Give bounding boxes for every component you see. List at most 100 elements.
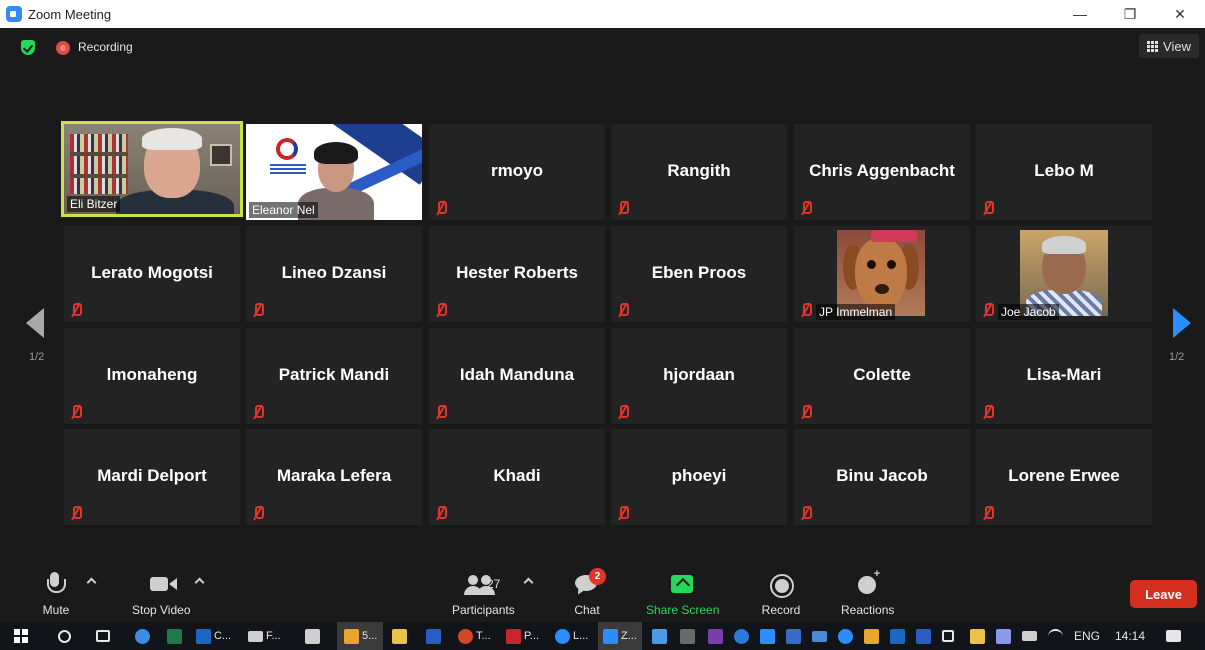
stop-video-button[interactable]: Stop Video xyxy=(132,565,191,620)
taskbar-app-6[interactable] xyxy=(838,628,853,644)
clock[interactable]: 14:14 xyxy=(1115,629,1145,643)
participant-tile[interactable]: Lebo M xyxy=(976,124,1152,220)
taskbar-word-2[interactable] xyxy=(916,628,931,644)
taskbar-browser[interactable]: L... xyxy=(555,628,588,644)
participant-tile[interactable]: Rangith xyxy=(611,124,787,220)
mail-icon xyxy=(812,630,827,642)
participants-button[interactable]: Participants xyxy=(450,565,515,620)
participant-tile[interactable]: Chris Aggenbacht xyxy=(794,124,970,220)
participant-tile[interactable]: Lerato Mogotsi xyxy=(64,226,240,322)
video-options-chevron-up-icon[interactable] xyxy=(194,577,205,588)
taskbar-pdf[interactable]: P... xyxy=(506,628,539,644)
app-icon xyxy=(786,628,801,644)
participant-name: Mardi Delport xyxy=(97,466,207,485)
stop-video-label: Stop Video xyxy=(132,603,191,617)
taskbar-app-4[interactable] xyxy=(760,628,775,644)
taskbar-mail-2[interactable] xyxy=(812,628,827,644)
taskbar-app-2[interactable] xyxy=(680,628,695,644)
reactions-button[interactable]: Reactions xyxy=(841,565,894,620)
muted-microphone-icon xyxy=(617,506,629,520)
zoom-app-icon xyxy=(6,6,22,22)
taskbar-zoom[interactable]: Z... xyxy=(603,628,637,644)
record-label: Record xyxy=(761,603,801,617)
taskbar-app-1[interactable] xyxy=(652,628,667,644)
restore-button[interactable]: ❐ xyxy=(1105,0,1155,28)
taskbar-notifications-label: 5... xyxy=(362,630,378,642)
window-title: Zoom Meeting xyxy=(28,6,112,22)
participant-tile[interactable]: Lisa-Mari xyxy=(976,328,1152,424)
minimize-button[interactable]: — xyxy=(1055,0,1105,28)
share-screen-button[interactable]: Share Screen xyxy=(646,565,719,620)
mute-button[interactable]: Mute xyxy=(36,565,76,620)
task-view-button[interactable] xyxy=(96,628,110,644)
window-titlebar: Zoom Meeting — ❐ ✕ xyxy=(0,0,1205,28)
participant-tile[interactable]: lmonaheng xyxy=(64,328,240,424)
participant-tile[interactable]: phoeyi xyxy=(611,429,787,525)
taskbar-security[interactable] xyxy=(970,628,985,644)
previous-page-arrow-icon[interactable] xyxy=(26,308,44,338)
recording-label: Recording xyxy=(78,40,133,54)
word-icon xyxy=(916,628,931,644)
taskbar-notifications[interactable]: 5... xyxy=(344,628,377,644)
windows-start-button[interactable] xyxy=(14,628,28,644)
participant-tile[interactable]: rmoyo xyxy=(429,124,605,220)
participant-tile[interactable]: Eli Bitzer xyxy=(61,121,243,217)
participant-tile[interactable]: Colette xyxy=(794,328,970,424)
participant-tile[interactable]: Hester Roberts xyxy=(429,226,605,322)
participant-tile[interactable]: Patrick Mandi xyxy=(246,328,422,424)
participant-tile[interactable]: Joe Jacob xyxy=(976,226,1152,322)
taskbar-mail[interactable]: F... xyxy=(248,628,281,644)
taskbar-excel[interactable] xyxy=(167,628,182,644)
participant-tile[interactable]: Eleanor Nel xyxy=(246,124,422,220)
record-icon xyxy=(761,569,801,599)
participant-name: rmoyo xyxy=(491,161,543,180)
participant-tile[interactable]: Binu Jacob xyxy=(794,429,970,525)
app-icon xyxy=(734,628,749,644)
participant-tile[interactable]: Mardi Delport xyxy=(64,429,240,525)
taskbar-app-5[interactable] xyxy=(786,628,801,644)
participant-tile[interactable]: Lorene Erwee xyxy=(976,429,1152,525)
taskbar-volume[interactable] xyxy=(942,628,954,644)
record-button[interactable]: Record xyxy=(761,565,801,620)
participant-name: hjordaan xyxy=(663,365,735,384)
pdf-icon xyxy=(506,628,521,644)
taskbar-battery[interactable] xyxy=(1022,628,1037,644)
language-indicator[interactable]: ENG xyxy=(1074,629,1100,643)
next-page-arrow-icon[interactable] xyxy=(1173,308,1191,338)
taskbar-app-3[interactable] xyxy=(734,628,749,644)
page-indicator-right: 1/2 xyxy=(1169,351,1185,363)
taskbar-wifi[interactable] xyxy=(1048,628,1063,644)
action-center-button[interactable] xyxy=(1166,628,1181,644)
taskbar-calculator[interactable] xyxy=(305,628,320,644)
shield-icon[interactable] xyxy=(21,40,35,55)
taskbar-app-7[interactable] xyxy=(864,628,879,644)
participant-tile[interactable]: Eben Proos xyxy=(611,226,787,322)
taskbar-app-9[interactable] xyxy=(996,628,1011,644)
taskbar-powerpoint[interactable]: T... xyxy=(458,628,491,644)
leave-button[interactable]: Leave xyxy=(1130,580,1197,608)
reactions-icon xyxy=(848,568,888,599)
taskbar-search-button[interactable] xyxy=(58,628,71,644)
participant-tile[interactable]: Maraka Lefera xyxy=(246,429,422,525)
close-button[interactable]: ✕ xyxy=(1155,0,1205,28)
view-button[interactable]: View xyxy=(1139,34,1199,58)
participants-options-chevron-up-icon[interactable] xyxy=(523,577,534,588)
participant-tile[interactable]: Lineo Dzansi xyxy=(246,226,422,322)
participant-tile[interactable]: hjordaan xyxy=(611,328,787,424)
participant-tile[interactable]: Idah Manduna xyxy=(429,328,605,424)
excel-icon xyxy=(167,628,182,644)
participant-name: Lerato Mogotsi xyxy=(91,263,213,282)
taskbar-outlook[interactable]: C... xyxy=(196,628,231,644)
audio-options-chevron-up-icon[interactable] xyxy=(86,577,97,588)
taskbar-edge[interactable] xyxy=(135,628,150,644)
app-icon xyxy=(996,628,1011,644)
muted-microphone-icon xyxy=(70,303,82,317)
taskbar-app-8[interactable] xyxy=(890,628,905,644)
taskbar-onenote[interactable] xyxy=(708,628,723,644)
participant-tile[interactable]: JP Immelman xyxy=(794,226,970,322)
taskbar-word[interactable] xyxy=(426,628,441,644)
participant-name: Maraka Lefera xyxy=(276,466,392,485)
muted-microphone-icon xyxy=(252,405,264,419)
participant-tile[interactable]: Khadi xyxy=(429,429,605,525)
taskbar-file-explorer[interactable] xyxy=(392,628,407,644)
